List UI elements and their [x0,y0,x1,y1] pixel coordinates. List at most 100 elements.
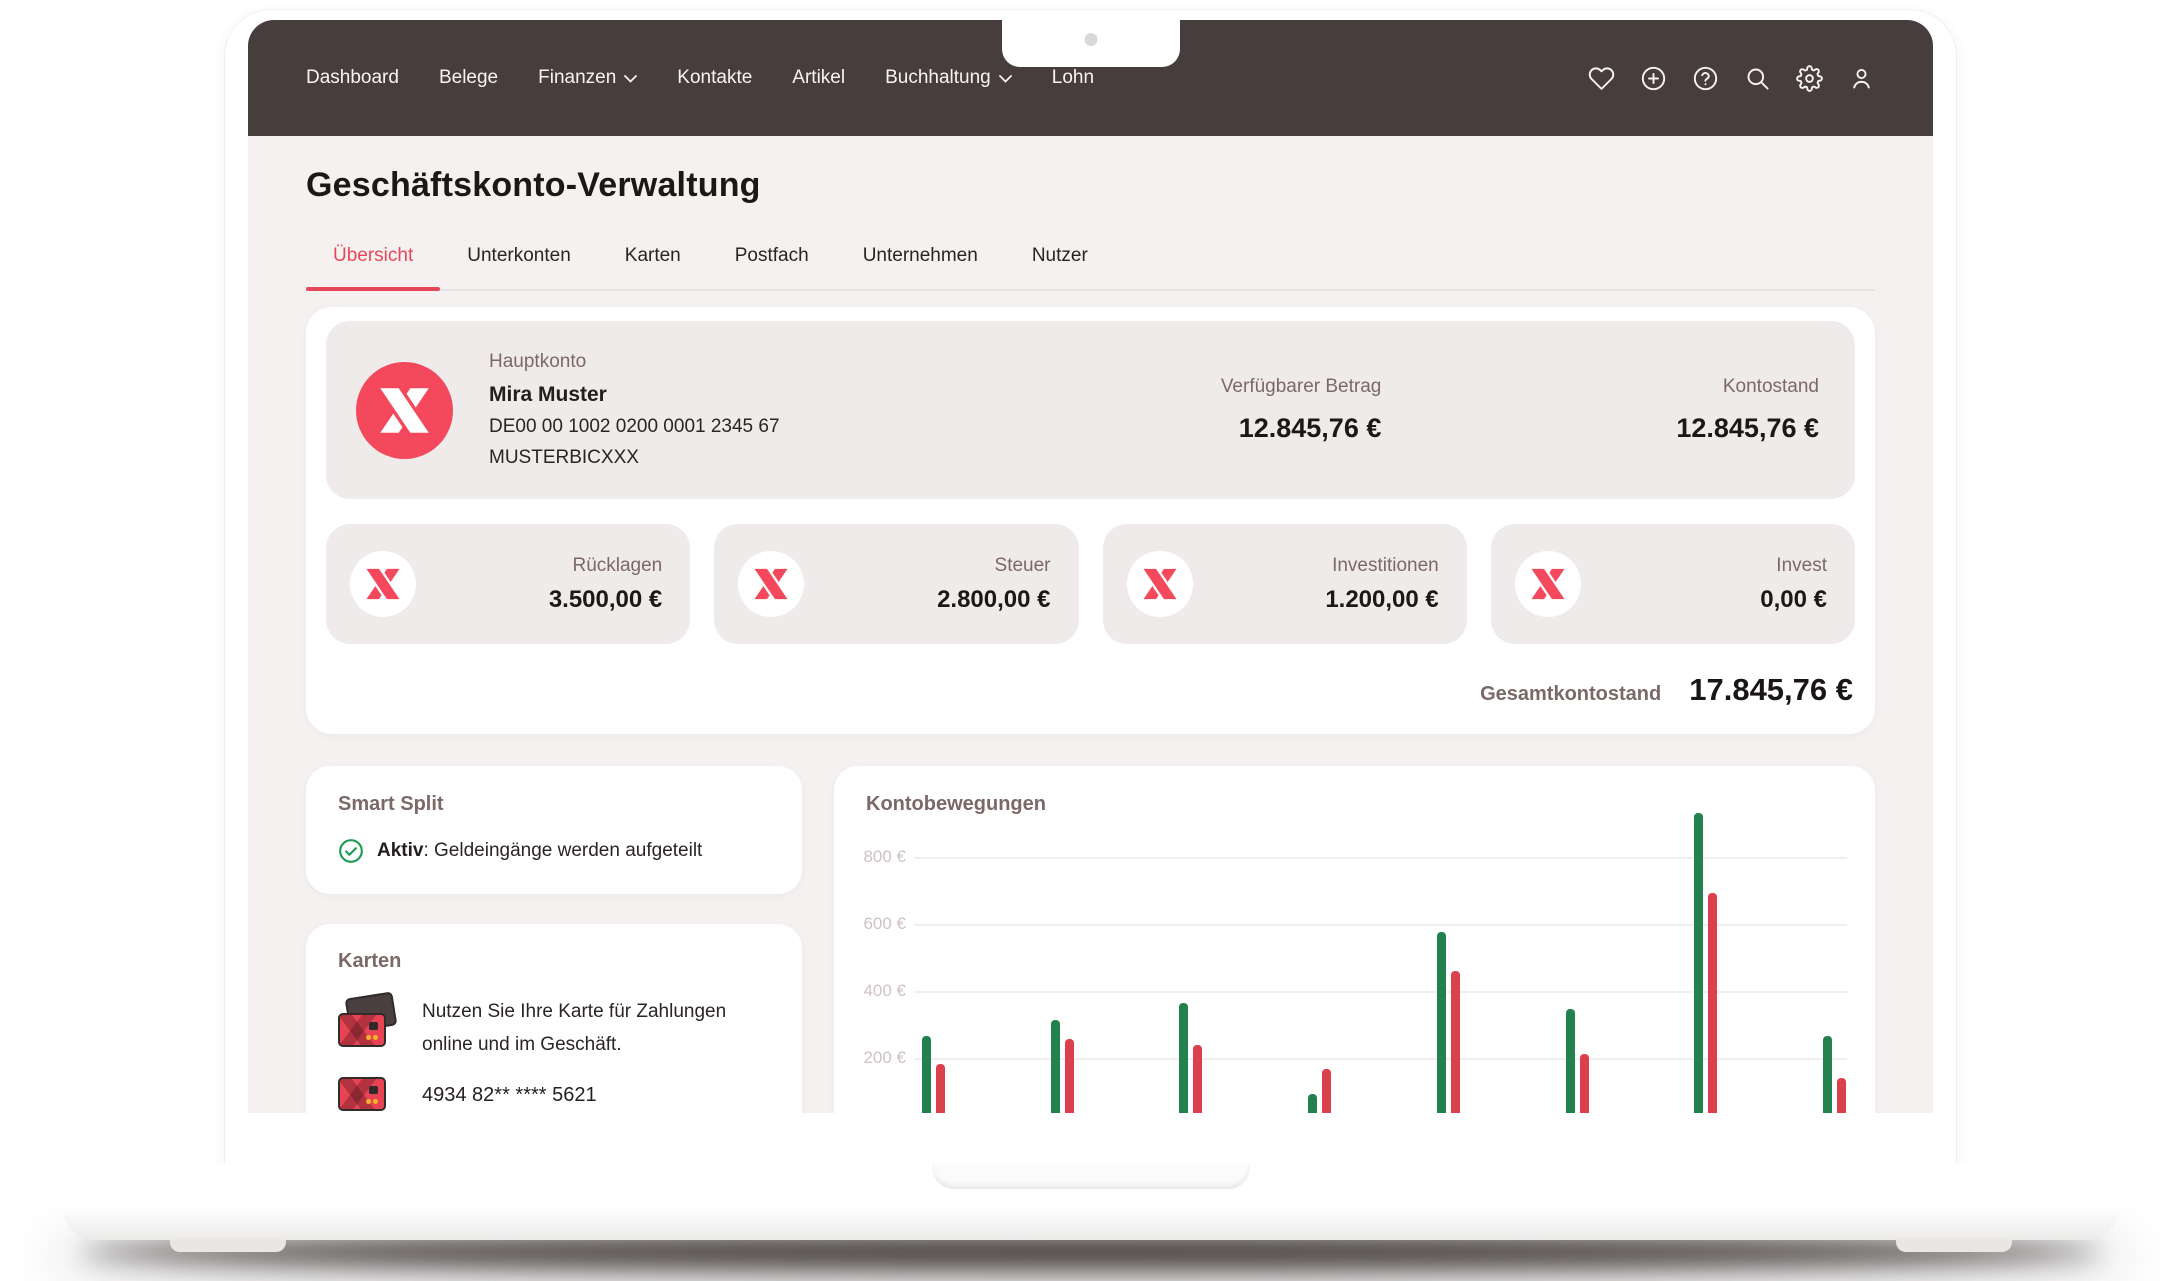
bank-x-logo [350,551,416,617]
main-account-balances: Verfügbarer Betrag 12.845,76 € Kontostan… [1221,376,1819,444]
subaccount-name: Steuer [937,555,1050,577]
balance-label: Kontostand [1676,376,1819,398]
nav-item-belege[interactable]: Belege [439,67,498,89]
account-type-label: Hauptkonto [489,351,780,373]
laptop-base [62,1163,2120,1240]
chart-card: Kontobewegungen 200 €400 €600 €800 € [834,766,1875,1165]
nav-label: Dashboard [306,67,399,89]
search-icon[interactable] [1744,65,1771,92]
left-column: Smart Split Aktiv: Geldeingänge werden a… [306,766,802,1165]
screen-bottom-bezel [248,1113,1933,1165]
tab-unternehmen[interactable]: Unternehmen [836,237,1005,289]
subaccount-amount: 2.800,00 € [937,586,1050,614]
laptop-screen: Dashboard Belege Finanzen Kontakte Artik… [248,20,1933,1165]
card-front-graphic [338,1013,386,1047]
chart-bar-green [1437,932,1446,1126]
nav-item-kontakte[interactable]: Kontakte [677,67,752,89]
bank-card-icon [338,1077,396,1113]
user-icon[interactable] [1848,65,1875,92]
chart-bar-red [1708,893,1717,1126]
subaccount-card-ruecklagen[interactable]: Rücklagen 3.500,00 € [326,524,690,644]
nav-label: Kontakte [677,67,752,89]
available-value: 12.845,76 € [1221,413,1382,444]
cards-title: Karten [338,950,770,973]
help-circle-icon[interactable] [1692,65,1719,92]
cards-promo-text: Nutzen Sie Ihre Karte für Zahlungen onli… [422,995,770,1061]
tab-nutzer[interactable]: Nutzer [1005,237,1115,289]
card-dot [373,1035,378,1040]
bank-x-logo [1515,551,1581,617]
card-front-graphic [338,1077,386,1111]
cards-promo-row[interactable]: Nutzen Sie Ihre Karte für Zahlungen onli… [338,995,770,1061]
nav-label: Belege [439,67,498,89]
tab-unterkonten[interactable]: Unterkonten [440,237,598,289]
chart-ytick-label: 400 € [848,981,906,1001]
subaccount-name: Invest [1760,555,1827,577]
header-icons [1588,65,1875,92]
tab-postfach[interactable]: Postfach [708,237,836,289]
heart-icon[interactable] [1588,65,1615,92]
chart-bar-green [1051,1020,1060,1126]
card-dot [373,1099,378,1104]
accounts-panel: Hauptkonto Mira Muster DE00 00 1002 0200… [306,307,1875,734]
chart-plot-area [914,766,1847,1126]
available-label: Verfügbarer Betrag [1221,376,1382,398]
nav-label: Finanzen [538,67,616,89]
subaccount-card-invest[interactable]: Invest 0,00 € [1491,524,1855,644]
chart-gridline [914,857,1847,859]
chart-ytick-label: 800 € [848,847,906,867]
laptop-base-notch [932,1163,1250,1189]
subaccount-card-investitionen[interactable]: Investitionen1.200,00 € [1103,524,1467,644]
subaccount-amount: 1.200,00 € [1325,586,1438,614]
status-detail: : Geldeingänge werden aufgeteilt [423,840,702,861]
plus-circle-icon[interactable] [1640,65,1667,92]
balance-value: 12.845,76 € [1676,413,1819,444]
card-number: 4934 82** **** 5621 [422,1084,597,1107]
card-chip [369,1022,378,1030]
nav-label: Lohn [1052,67,1094,89]
tab-bar: Übersicht Unterkonten Karten Postfach Un… [306,237,1875,291]
bank-x-logo [1127,551,1193,617]
chart-gridline [914,991,1847,993]
laptop-shadow-dark [80,1236,2102,1268]
subaccount-amount: 3.500,00 € [549,586,662,614]
card-dot [366,1035,371,1040]
chart-gridline [914,924,1847,926]
available-balance: Verfügbarer Betrag 12.845,76 € [1221,376,1382,444]
laptop-foot [1896,1239,2012,1252]
subaccount-amount: 0,00 € [1760,586,1827,614]
nav-label: Artikel [792,67,845,89]
account-iban: DE00 00 1002 0200 0001 2345 67 [489,416,780,438]
chart-ytick-label: 600 € [848,914,906,934]
nav-item-finanzen[interactable]: Finanzen [538,67,637,89]
main-account-card[interactable]: Hauptkonto Mira Muster DE00 00 1002 0200… [326,321,1855,499]
card-x-pattern [338,1015,382,1047]
main-nav: Dashboard Belege Finanzen Kontakte Artik… [306,67,1094,89]
nav-item-artikel[interactable]: Artikel [792,67,845,89]
gear-icon[interactable] [1796,65,1823,92]
tab-uebersicht[interactable]: Übersicht [306,237,440,289]
nav-item-dashboard[interactable]: Dashboard [306,67,399,89]
subaccount-row: Rücklagen 3.500,00 € Steuer 2.800,00 € Inv… [326,524,1855,644]
chart-bar-red [1451,971,1460,1126]
chart-bar-green [1179,1003,1188,1126]
nav-item-lohn[interactable]: Lohn [1052,67,1094,89]
card-x-pattern [338,1079,382,1111]
smart-split-status: Aktiv: Geldeingänge werden aufgeteilt [338,838,770,864]
bank-cards-illustration [338,995,396,1047]
chevron-down-icon [999,67,1012,89]
nav-item-buchhaltung[interactable]: Buchhaltung [885,67,1012,89]
chart-ytick-label: 200 € [848,1048,906,1068]
subaccount-card-steuer[interactable]: Steuer 2.800,00 € [714,524,1078,644]
main-account-info: Hauptkonto Mira Muster DE00 00 1002 0200… [489,351,780,469]
camera-notch [1002,20,1180,67]
camera-dot [1084,33,1097,46]
card-list-item[interactable]: 4934 82** **** 5621 [338,1077,770,1113]
total-balance-row: Gesamtkontostand 17.845,76 € [326,672,1855,708]
subaccount-name: Rücklagen [549,555,662,577]
chart-bar-green [1566,1009,1575,1126]
smart-split-card: Smart Split Aktiv: Geldeingänge werden a… [306,766,802,894]
total-balance-value: 17.845,76 € [1689,672,1853,708]
tab-karten[interactable]: Karten [598,237,708,289]
page-content: Geschäftskonto-Verwaltung Übersicht Unte… [248,166,1933,1165]
